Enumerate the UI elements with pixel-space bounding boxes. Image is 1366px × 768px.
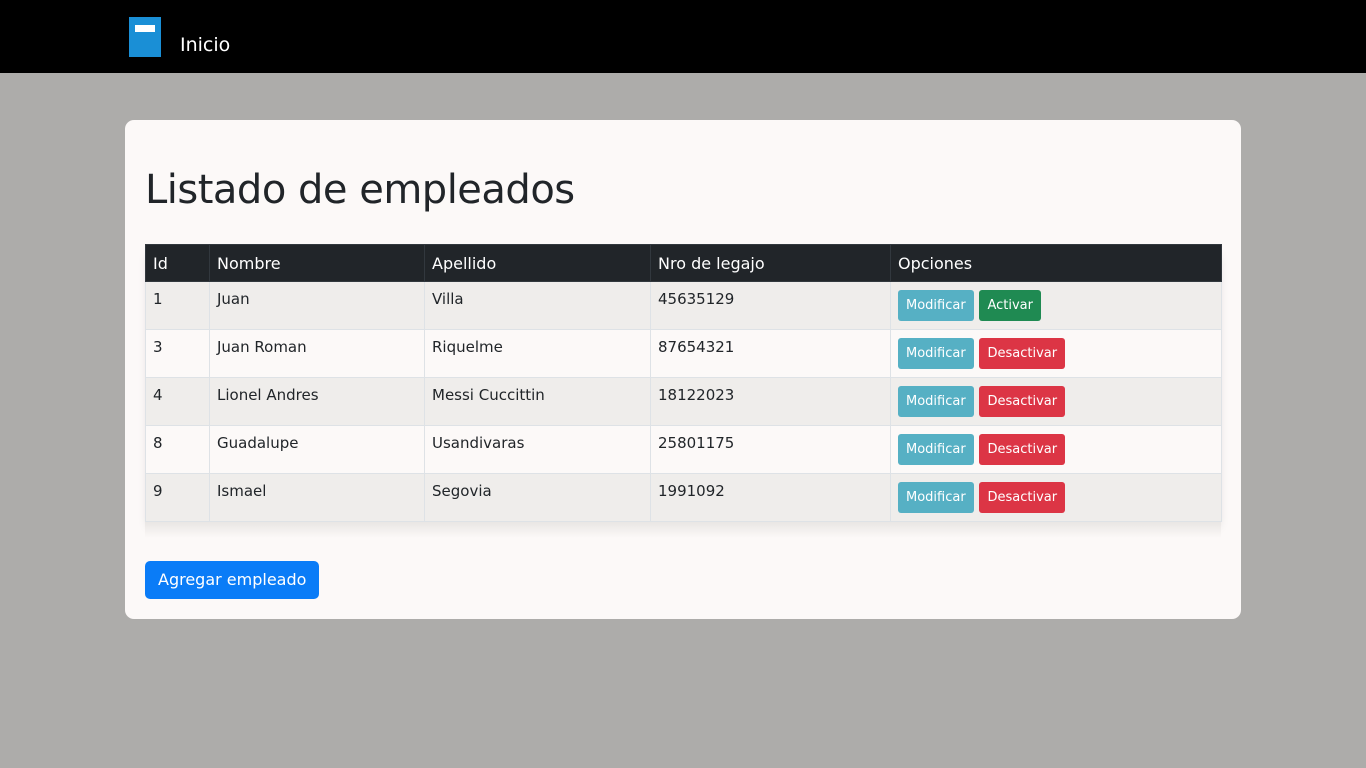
nav-link-inicio[interactable]: Inicio	[180, 33, 230, 57]
cell-id: 1	[145, 281, 210, 330]
table-shadow	[145, 522, 1221, 538]
cell-legajo: 18122023	[650, 377, 891, 426]
cell-opciones: Modificar Desactivar	[890, 425, 1222, 474]
table-row: 4 Lionel Andres Messi Cuccittin 18122023…	[145, 377, 1222, 426]
column-header-id: Id	[145, 244, 210, 282]
cell-opciones: Modificar Desactivar	[890, 377, 1222, 426]
cell-legajo: 87654321	[650, 329, 891, 378]
table-row: 9 Ismael Segovia 1991092 Modificar Desac…	[145, 473, 1222, 522]
cell-legajo: 1991092	[650, 473, 891, 522]
navbar: Inicio	[0, 0, 1366, 73]
cell-legajo: 25801175	[650, 425, 891, 474]
modify-button[interactable]: Modificar	[898, 338, 974, 369]
cell-id: 4	[145, 377, 210, 426]
employees-table-wrapper: Id Nombre Apellido Nro de legajo Opcione…	[145, 244, 1222, 538]
table-header-row: Id Nombre Apellido Nro de legajo Opcione…	[145, 244, 1222, 282]
cell-apellido: Messi Cuccittin	[424, 377, 651, 426]
modify-button[interactable]: Modificar	[898, 434, 974, 465]
deactivate-button[interactable]: Desactivar	[979, 338, 1066, 369]
employees-table: Id Nombre Apellido Nro de legajo Opcione…	[145, 244, 1222, 522]
table-row: 3 Juan Roman Riquelme 87654321 Modificar…	[145, 329, 1222, 378]
cell-opciones: Modificar Activar	[890, 281, 1222, 330]
deactivate-button[interactable]: Desactivar	[979, 482, 1066, 513]
cell-nombre: Juan Roman	[209, 329, 425, 378]
modify-button[interactable]: Modificar	[898, 386, 974, 417]
table-row: 8 Guadalupe Usandivaras 25801175 Modific…	[145, 425, 1222, 474]
cell-apellido: Usandivaras	[424, 425, 651, 474]
cell-nombre: Ismael	[209, 473, 425, 522]
deactivate-button[interactable]: Desactivar	[979, 386, 1066, 417]
main-card: Listado de empleados Id Nombre Apellido …	[125, 120, 1241, 619]
cell-apellido: Villa	[424, 281, 651, 330]
cell-nombre: Lionel Andres	[209, 377, 425, 426]
column-header-legajo: Nro de legajo	[650, 244, 891, 282]
cell-apellido: Segovia	[424, 473, 651, 522]
modify-button[interactable]: Modificar	[898, 290, 974, 321]
book-icon[interactable]	[129, 17, 161, 57]
cell-opciones: Modificar Desactivar	[890, 329, 1222, 378]
add-employee-button[interactable]: Agregar empleado	[145, 561, 320, 599]
deactivate-button[interactable]: Desactivar	[979, 434, 1066, 465]
cell-legajo: 45635129	[650, 281, 891, 330]
cell-id: 9	[145, 473, 210, 522]
page-title: Listado de empleados	[145, 167, 575, 213]
table-row: 1 Juan Villa 45635129 Modificar Activar	[145, 281, 1222, 330]
cell-nombre: Juan	[209, 281, 425, 330]
cell-opciones: Modificar Desactivar	[890, 473, 1222, 522]
column-header-nombre: Nombre	[209, 244, 425, 282]
cell-id: 3	[145, 329, 210, 378]
column-header-opciones: Opciones	[890, 244, 1222, 282]
column-header-apellido: Apellido	[424, 244, 651, 282]
cell-apellido: Riquelme	[424, 329, 651, 378]
activate-button[interactable]: Activar	[979, 290, 1041, 321]
cell-nombre: Guadalupe	[209, 425, 425, 474]
cell-id: 8	[145, 425, 210, 474]
modify-button[interactable]: Modificar	[898, 482, 974, 513]
